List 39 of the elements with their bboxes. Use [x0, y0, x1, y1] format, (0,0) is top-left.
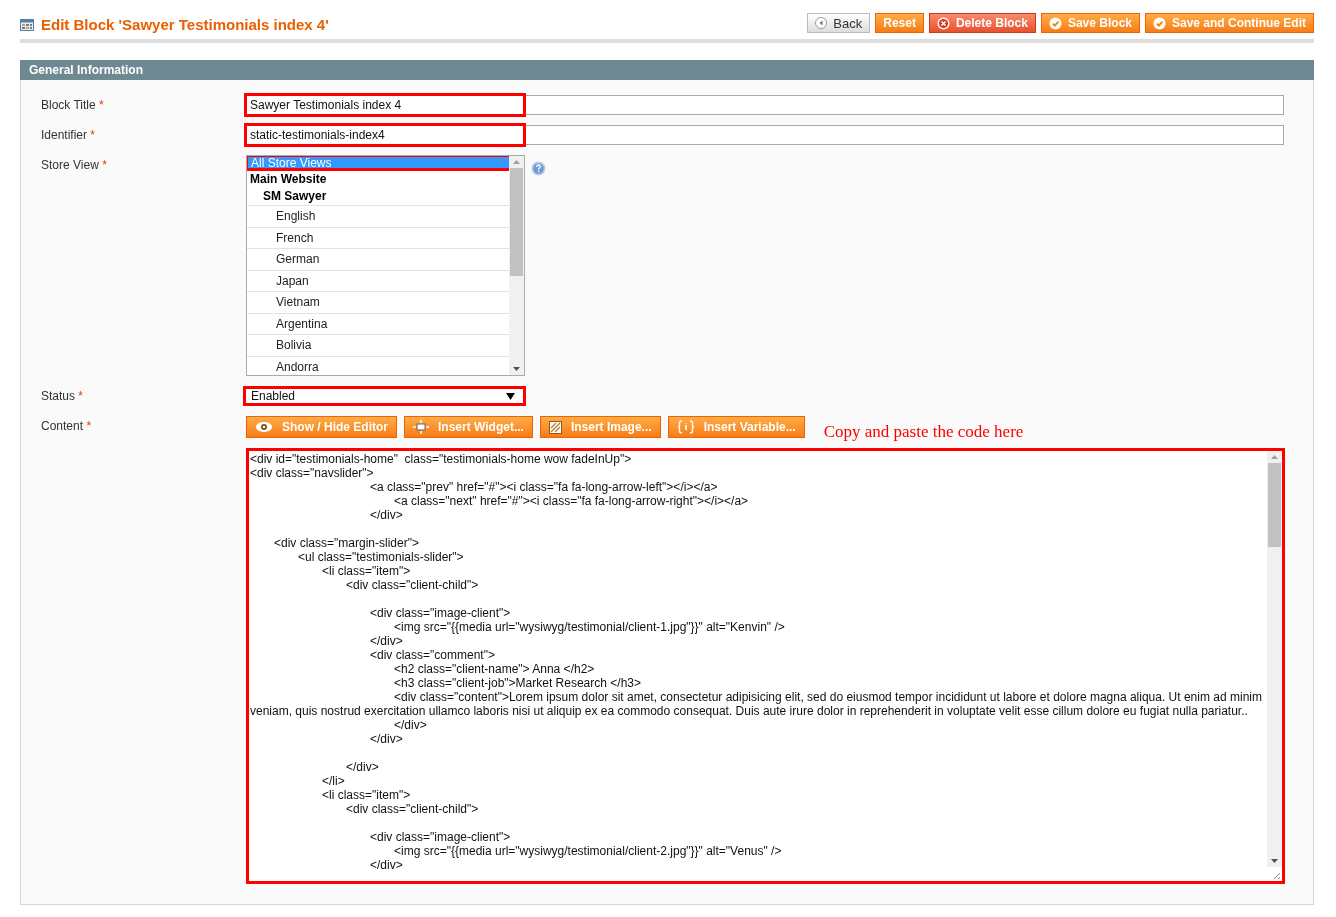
content-textarea[interactable]: <div id="testimonials-home" class="testimonials-home wow fadeInUp"> <div class="navslider"> <a class="prev" href="#"><i class="fa fa-long-arrow-left"></i></a> <a class="next" href="#"><i class="fa fa-long-arrow-right"></i></a> </div> <div class="margin-slider"> <ul class="testimonials-slider"> <li class="item"> <div class="client-child"> <div class="image-client"> <img src="{{media url="wysiwyg/testimonial/client-1.jpg"}}" alt="Kenvin" /> </div> <div class="comment"> <h2 class="client-name"> Anna </h2> <h3 class="client-job">Market Research </h3> <div class="content">Lorem ipsum dolor sit amet, consectetur adipisicing elit, sed do eiusmod tempor incididunt ut labore et dolore magna aliqua. Ut enim ad minim veniam, quis nostrud exercitation ullamco laboris nisi ut aliquip ex ea commodo consequat. Duis aute irure dolor in reprehenderit in voluptate velit esse cillum dolore eu fugiat nulla pariatur.. </div> </div> </div> </li> <li class="item"> <div class="client-child"> <div class="image-client"> <img src="{{media url="wysiwyg/testimonial/client-2.jpg"}}" alt="Venus" /> </div>	[246, 448, 1285, 884]
page-title: Edit Block 'Sawyer Testimonials index 4'	[41, 16, 329, 33]
back-icon	[815, 17, 828, 29]
field-label: Status *	[41, 388, 85, 405]
store-view-option[interactable]: French	[247, 226, 509, 248]
field-label: Identifier *	[41, 127, 97, 144]
store-view-option[interactable]: German	[247, 248, 509, 270]
widget-icon	[413, 420, 429, 434]
scrollbar[interactable]	[1267, 451, 1282, 881]
variable-icon	[676, 420, 695, 434]
store-view-listbox[interactable]: All Store Views Main Website SM Sawyer English French German Japan Vietnam Argentina Bolivia Andorra	[246, 155, 525, 376]
eye-icon	[255, 421, 273, 433]
store-view-option[interactable]: Main Website	[247, 171, 509, 188]
store-view-option[interactable]: Japan	[247, 269, 509, 291]
section-header: General Information	[20, 60, 1314, 80]
field-label: Block Title *	[41, 97, 105, 114]
store-view-option[interactable]: Bolivia	[247, 334, 509, 356]
image-icon	[548, 420, 562, 434]
text-field[interactable]: Sawyer Testimonials index 4	[246, 95, 1284, 115]
field-label: Store View *	[41, 157, 108, 174]
close-icon	[936, 16, 950, 30]
annotation-text: Copy and paste the code here	[823, 422, 1024, 442]
store-view-option[interactable]: English	[247, 205, 509, 227]
dropdown-arrow-icon	[506, 392, 515, 400]
store-view-option[interactable]: Vietnam	[247, 291, 509, 313]
action-button[interactable]: Back	[807, 13, 871, 33]
status-select[interactable]: Enabled	[243, 386, 526, 406]
text-field[interactable]: static-testimonials-index4	[246, 125, 1284, 145]
scrollbar-thumb[interactable]	[1268, 463, 1281, 547]
store-view-option[interactable]: Argentina	[247, 312, 509, 334]
check-icon	[1048, 16, 1062, 30]
help-icon[interactable]	[531, 161, 546, 176]
store-view-option[interactable]: Andorra	[247, 355, 509, 375]
block-grid-icon	[20, 18, 34, 31]
check-icon	[1153, 16, 1166, 30]
store-view-option[interactable]: SM Sawyer	[247, 188, 509, 205]
scrollbar-thumb[interactable]	[510, 168, 523, 276]
scrollbar[interactable]	[509, 156, 524, 375]
field-label: Content *	[41, 418, 93, 435]
